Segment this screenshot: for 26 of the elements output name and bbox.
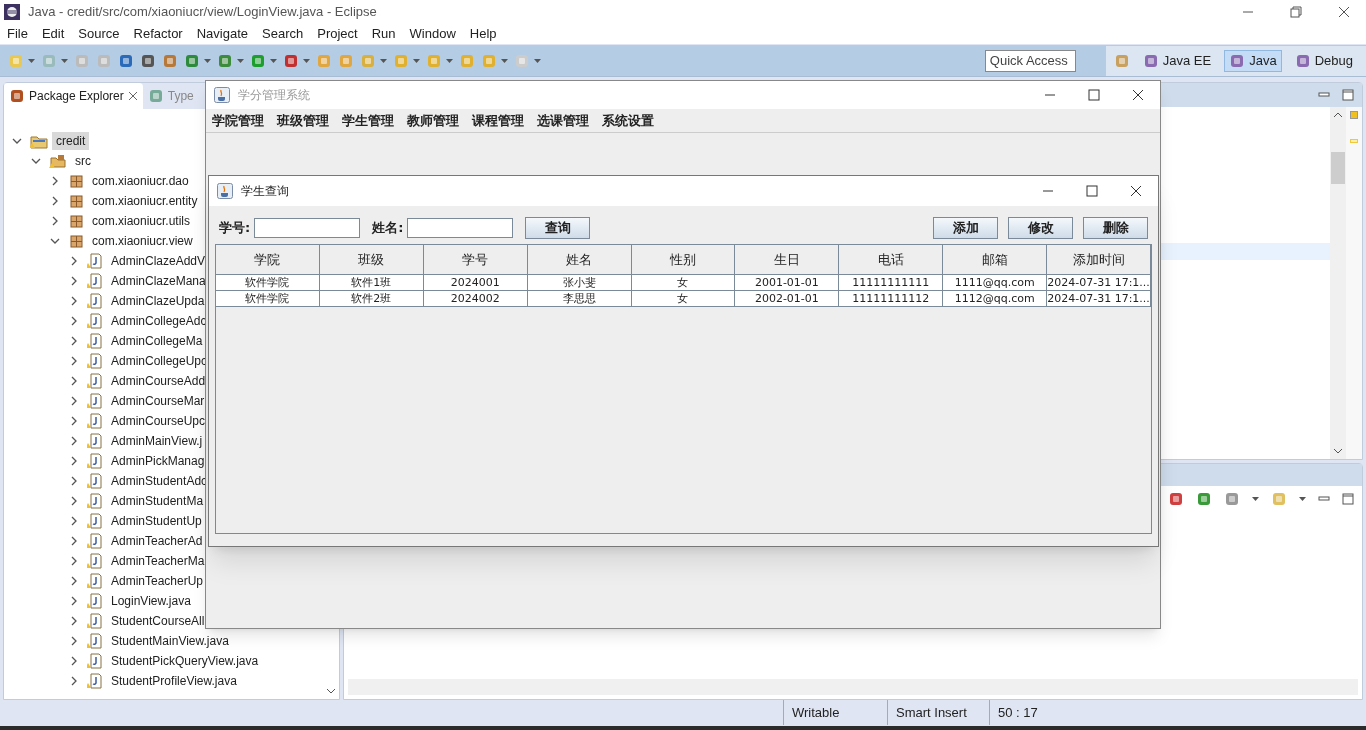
table-cell: 1111@qq.com: [943, 275, 1048, 291]
table-cell: 软件学院: [216, 275, 320, 291]
table-cell: 2001-01-01: [735, 275, 840, 291]
table-cell: 张小斐: [527, 275, 632, 291]
status-text: Smart Insert: [896, 703, 967, 722]
table-cell: 女: [631, 291, 736, 307]
field-label: 学号:: [219, 219, 251, 238]
status-text: Writable: [792, 703, 840, 722]
dialog-title: 学生查询: [241, 183, 289, 200]
table-cell: 软件1班: [319, 275, 424, 291]
table-cell: 李思思: [527, 291, 632, 307]
table-cell: 软件2班: [319, 291, 424, 307]
table-cell: 2024-07-31 17:1...: [1047, 291, 1151, 307]
table-cell: 2024-07-31 17:1...: [1047, 275, 1151, 291]
status-text: 50 : 17: [998, 703, 1038, 722]
field-label: 姓名:: [372, 219, 404, 238]
table-cell: 2024001: [423, 275, 528, 291]
table-cell: 2002-01-01: [735, 291, 840, 307]
table-cell: 软件学院: [216, 291, 320, 307]
table-cell: 2024002: [423, 291, 528, 307]
window-title: Java - credit/src/com/xiaoniucr/view/LoginView.java - Eclipse: [28, 2, 377, 21]
table-cell: 11111111112: [839, 291, 944, 307]
table-cell: 1112@qq.com: [943, 291, 1048, 307]
table-cell: 11111111111: [839, 275, 944, 291]
window-title: 学分管理系统: [238, 87, 310, 104]
table-cell: 女: [631, 275, 736, 291]
